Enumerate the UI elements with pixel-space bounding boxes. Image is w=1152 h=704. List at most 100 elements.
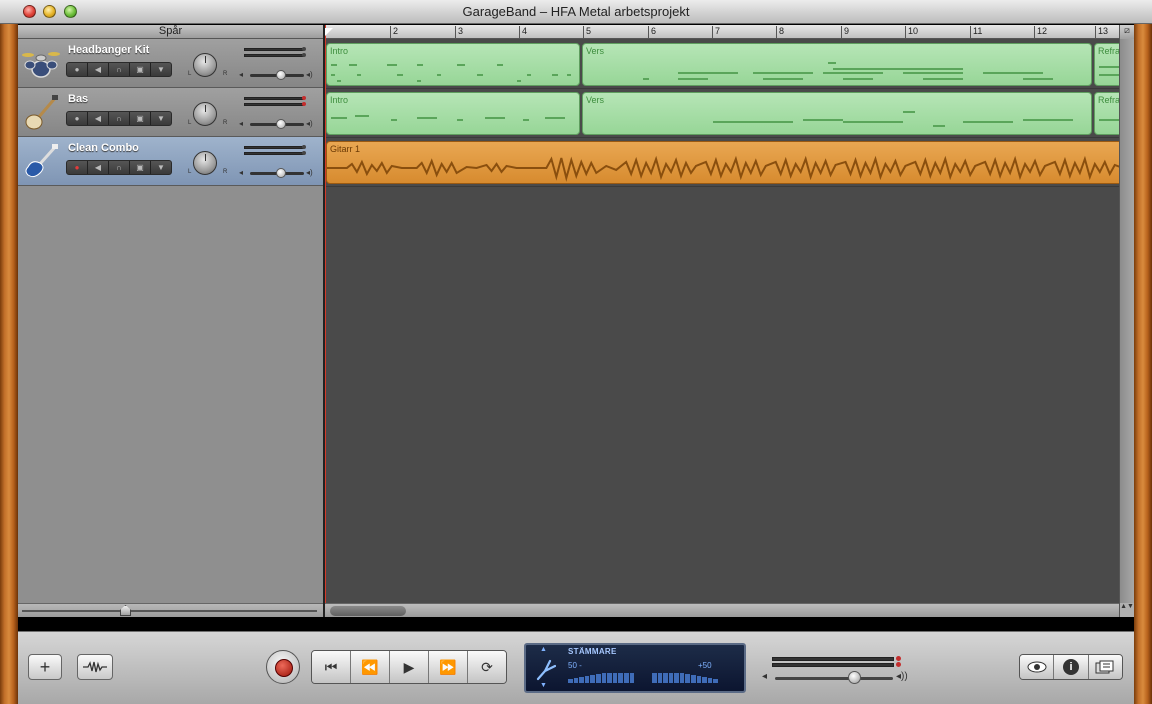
- track-name: Bas: [68, 93, 89, 105]
- automation-toggle-button[interactable]: ▼: [151, 112, 171, 125]
- record-button[interactable]: [266, 650, 300, 684]
- bar-number: 9: [841, 26, 849, 38]
- track-controls: ● ◀ ∩ ▣ ▼: [66, 160, 172, 175]
- fast-forward-icon: ⏩: [439, 658, 457, 675]
- beat-ruler[interactable]: 2 3 4 5 6 7 8 9 10 11 12 13: [325, 25, 1119, 39]
- master-volume-thumb[interactable]: [848, 671, 861, 684]
- add-track-button[interactable]: +: [28, 654, 62, 680]
- track-lane-headbanger-kit[interactable]: Intro Vers Refra: [325, 40, 1124, 89]
- skip-back-icon: ⏮: [324, 658, 338, 675]
- eye-icon: [1027, 661, 1047, 673]
- solo-button[interactable]: ∩: [109, 63, 130, 76]
- midi-region-intro[interactable]: Intro: [326, 43, 580, 86]
- solo-button[interactable]: ∩: [109, 112, 130, 125]
- clip-indicator: [302, 47, 306, 51]
- track-zoom-slider[interactable]: [18, 603, 323, 617]
- tracks-column-header: Spår: [18, 25, 323, 39]
- record-enable-button[interactable]: ●: [67, 112, 88, 125]
- track-controls: ● ◀ ∩ ▣ ▼: [66, 62, 172, 77]
- lock-button[interactable]: ▣: [130, 63, 151, 76]
- track-header-bas[interactable]: Bas ● ◀ ∩ ▣ ▼ L R ◂ ◂): [18, 88, 323, 137]
- tuner-right-value: +50: [698, 661, 712, 670]
- play-button[interactable]: ▶: [390, 651, 429, 683]
- playhead[interactable]: [325, 25, 326, 617]
- pan-knob[interactable]: [193, 102, 217, 126]
- pan-knob[interactable]: [193, 53, 217, 77]
- zoom-slider-track: [22, 610, 317, 612]
- zoom-window-button[interactable]: [64, 5, 77, 18]
- clip-indicator: [302, 102, 306, 106]
- automation-toggle-button[interactable]: ▼: [151, 63, 171, 76]
- pan-right-label: R: [223, 169, 228, 175]
- automation-toggle-button[interactable]: ▼: [151, 161, 171, 174]
- wood-frame-left: [0, 0, 18, 704]
- volume-slider-thumb[interactable]: [276, 119, 286, 129]
- horizontal-scrollbar[interactable]: [325, 603, 1119, 617]
- tuning-fork-icon: [536, 659, 556, 681]
- volume-slider-thumb[interactable]: [276, 168, 286, 178]
- vertical-scrollbar[interactable]: ⧄ ▲▼: [1119, 25, 1134, 617]
- bar-number: 6: [648, 26, 656, 38]
- media-browser-icon: [1095, 660, 1114, 674]
- pan-knob[interactable]: [193, 151, 217, 175]
- clip-indicator: [302, 96, 306, 100]
- midi-notes: [327, 107, 579, 132]
- bar-number: 7: [712, 26, 720, 38]
- go-to-start-button[interactable]: ⏮: [312, 651, 351, 683]
- track-header-clean-combo[interactable]: Clean Combo ● ◀ ∩ ▣ ▼ L R ◂ ◂): [18, 137, 323, 186]
- audio-region-gitarr-1[interactable]: Gitarr 1: [326, 141, 1124, 184]
- control-bar: + ⏮ ⏪ ▶ ⏩ ⟳ ▲ ▼ STÄMMARE 50 - +50 ◂ ◂)) …: [18, 631, 1134, 704]
- bar-number: 8: [776, 26, 784, 38]
- tuner-meter: [568, 673, 719, 683]
- playhead-handle[interactable]: [325, 28, 333, 36]
- wood-frame-right: [1134, 0, 1152, 704]
- bar-number: 11: [970, 26, 982, 38]
- audio-waveform: [327, 155, 1123, 182]
- lock-button[interactable]: ▣: [130, 112, 151, 125]
- track-lane-bas[interactable]: Intro Vers Refra: [325, 89, 1124, 138]
- timeline-area[interactable]: 2 3 4 5 6 7 8 9 10 11 12 13 Intro Vers R…: [323, 25, 1124, 617]
- lcd-mode-up-icon[interactable]: ▲: [540, 646, 547, 653]
- record-enable-button[interactable]: ●: [67, 63, 88, 76]
- horizontal-scroll-thumb[interactable]: [330, 606, 406, 616]
- lock-button[interactable]: ▣: [130, 161, 151, 174]
- play-icon: ▶: [403, 658, 415, 675]
- zoom-slider-thumb[interactable]: [120, 605, 131, 616]
- volume-high-icon: ◂): [306, 168, 313, 177]
- scroll-arrows-icon[interactable]: ▲▼: [1120, 603, 1134, 617]
- view-button[interactable]: [1020, 655, 1055, 679]
- midi-region-vers[interactable]: Vers: [582, 92, 1092, 135]
- cycle-button[interactable]: ⟳: [468, 651, 506, 683]
- info-button[interactable]: i: [1054, 655, 1089, 679]
- fast-forward-button[interactable]: ⏩: [429, 651, 468, 683]
- minimize-window-button[interactable]: [43, 5, 56, 18]
- rewind-button[interactable]: ⏪: [351, 651, 390, 683]
- transport-controls: ⏮ ⏪ ▶ ⏩ ⟳: [311, 650, 507, 684]
- pin-icon[interactable]: ⧄: [1120, 25, 1134, 39]
- loop-browser-button[interactable]: [77, 654, 113, 680]
- midi-region-vers[interactable]: Vers: [582, 43, 1092, 86]
- window-title: GarageBand – HFA Metal arbetsprojekt: [462, 4, 690, 19]
- mute-button[interactable]: ◀: [88, 161, 109, 174]
- solo-button[interactable]: ∩: [109, 161, 130, 174]
- lcd-mode-down-icon[interactable]: ▼: [540, 682, 547, 689]
- mute-button[interactable]: ◀: [88, 112, 109, 125]
- clip-indicator: [302, 145, 306, 149]
- track-header-headbanger-kit[interactable]: Headbanger Kit ● ◀ ∩ ▣ ▼ L R ◂ ◂): [18, 39, 323, 88]
- master-volume-slider[interactable]: [775, 677, 893, 680]
- master-level-meter-right: [772, 663, 894, 667]
- track-name: Headbanger Kit: [68, 44, 150, 56]
- lcd-display[interactable]: ▲ ▼ STÄMMARE 50 - +50: [524, 643, 746, 693]
- record-enable-button[interactable]: ●: [67, 161, 88, 174]
- midi-region-intro[interactable]: Intro: [326, 92, 580, 135]
- close-window-button[interactable]: [23, 5, 36, 18]
- bar-number: 10: [905, 26, 918, 38]
- track-lane-clean-combo[interactable]: Gitarr 1: [325, 138, 1124, 187]
- volume-slider-thumb[interactable]: [276, 70, 286, 80]
- info-icon: i: [1062, 659, 1079, 675]
- mute-button[interactable]: ◀: [88, 63, 109, 76]
- media-browser-button[interactable]: [1088, 655, 1122, 679]
- region-label: Refra: [1098, 46, 1121, 56]
- track-name: Clean Combo: [68, 142, 139, 154]
- drum-kit-icon: [22, 52, 60, 78]
